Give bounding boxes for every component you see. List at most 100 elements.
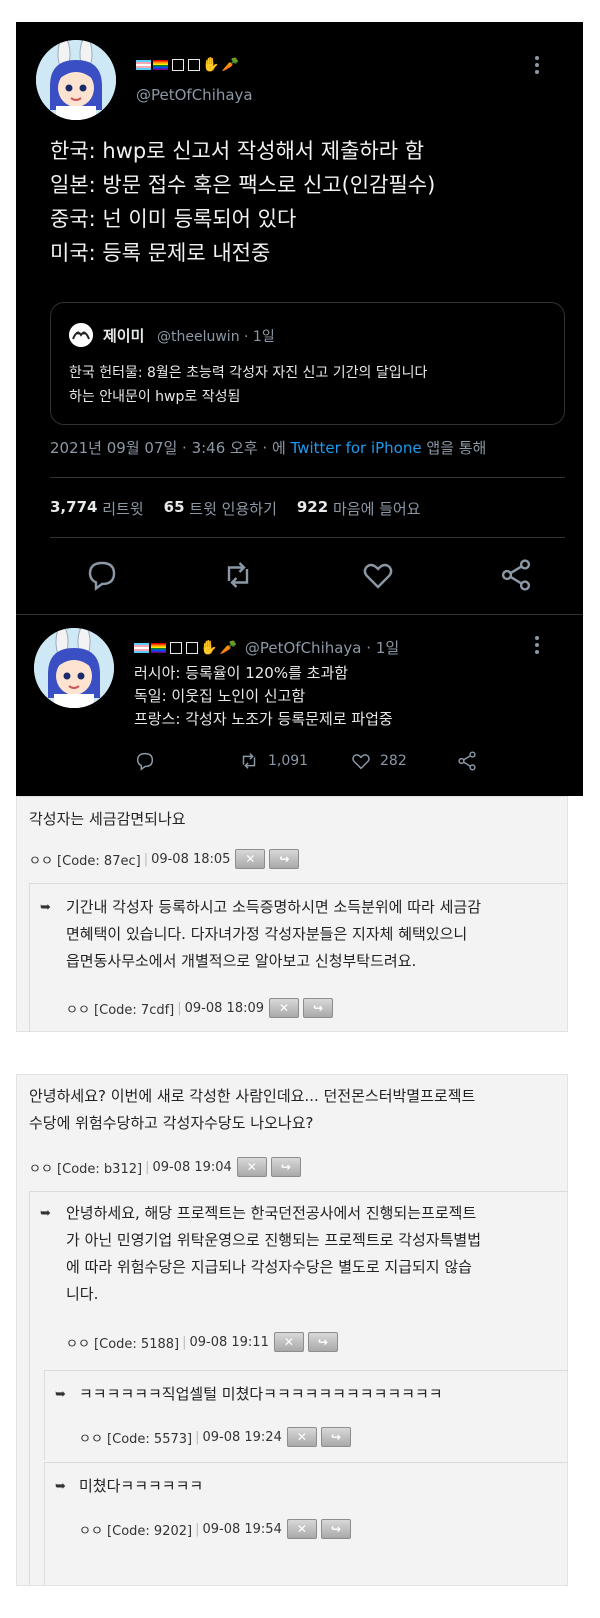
reply-handle-meta[interactable]: @PetOfChihaya · 1일: [245, 637, 399, 658]
reply-retweet-count: 1,091: [268, 753, 309, 769]
like-count[interactable]: 922: [297, 498, 328, 519]
reply-line: 면혜택이 있습니다. 다자녀가정 각성자분들은 지자체 혜택있으니: [66, 925, 468, 943]
delete-button[interactable]: ✕: [269, 998, 300, 1018]
tweet-timestamp-line: 2021년 09월 07일 · 3:46 오후 · 에 Twitter for …: [50, 437, 486, 458]
reply-button[interactable]: ↪: [303, 998, 334, 1018]
reply-retweet-button[interactable]: 1,091: [238, 750, 308, 772]
reply-line: 기간내 각성자 등록하시고 소득증명하시면 소득분위에 따라 세금감: [66, 898, 482, 916]
quote-author-meta: @theeluwin · 1일: [157, 329, 275, 345]
comment-line: 수당에 위험수당하고 각성자수당도 나오나요?: [29, 1114, 314, 1132]
delete-button[interactable]: ✕: [236, 1157, 267, 1177]
quote-text: 한국 헌터물: 8월은 초능력 각성자 자진 신고 기간의 달입니다 하는 안내…: [69, 361, 427, 409]
comment-text: 안녕하세요? 이번에 새로 각성한 사람인데요... 던전몬스터박멸프로젝트 수…: [29, 1083, 564, 1137]
reply-display-name[interactable]: ✋ 🥕 @PetOfChihaya · 1일: [134, 637, 399, 658]
like-label[interactable]: 마음에 들어요: [333, 498, 421, 519]
reply-line: 독일: 이웃집 노인이 신고함: [134, 687, 306, 705]
quote-line: 한국 헌터물: 8월은 초능력 각성자 자진 신고 기간의 달입니다: [69, 365, 428, 381]
display-name[interactable]: ✋ 🥕: [136, 58, 239, 72]
reply-text: 기간내 각성자 등록하시고 소득증명하시면 소득분위에 따라 세금감 면혜택이 …: [66, 894, 566, 975]
quote-line: 하는 안내문이 hwp로 작성됨: [69, 389, 241, 405]
quote-count[interactable]: 65: [164, 498, 185, 519]
user-avatar[interactable]: [36, 40, 116, 120]
reply-button[interactable]: ↪: [269, 849, 300, 869]
retweet-count[interactable]: 3,774: [50, 498, 97, 519]
reply-line: 가 아닌 민영기업 위탁운영으로 진행되는 프로젝트로 각성자특별법: [66, 1231, 482, 1249]
nested-reply-block: ➥ 미쳤다ㅋㅋㅋㅋㅋㅋ ㅇㅇ [Code: 9202] | 09-08 19:5…: [44, 1462, 568, 1586]
reply-actions: 1,091 282: [134, 750, 494, 780]
comment-author: ㅇㅇ [Code: 87ec]: [29, 853, 141, 869]
delete-button[interactable]: ✕: [235, 849, 266, 869]
retweet-icon[interactable]: [220, 557, 256, 593]
reply-block: ➥ 기간내 각성자 등록하시고 소득증명하시면 소득분위에 따라 세금감 면혜택…: [29, 883, 568, 1032]
share-icon[interactable]: [498, 557, 534, 593]
nested-reply-meta: ㅇㅇ [Code: 9202] | 09-08 19:54 ✕ ↪: [79, 1519, 351, 1539]
reply-arrow-icon: ➥: [40, 900, 51, 915]
delete-button[interactable]: ✕: [273, 1332, 304, 1352]
reply-line: 안녕하세요, 해당 프로젝트는 한국던전공사에서 진행되는프로젝트: [66, 1204, 477, 1222]
reply-line: 에 따라 위험수당은 지급되나 각성자수당은 별도로 지급되지 않습: [66, 1258, 472, 1276]
like-icon[interactable]: [360, 557, 396, 593]
comment-date: 09-08 18:05: [151, 851, 231, 867]
reply-button[interactable]: ↪: [320, 1519, 351, 1539]
reply-reply-button[interactable]: [134, 750, 156, 772]
comment-thread: 각성자는 세금감면되나요 ㅇㅇ [Code: 87ec] | 09-08 18:…: [16, 796, 568, 1032]
reply-author: ㅇㅇ [Code: 5573]: [79, 1431, 193, 1447]
quote-avatar: [69, 323, 93, 347]
reply-line: 읍면동사무소에서 개별적으로 알아보고 신청부탁드려요.: [66, 952, 417, 970]
divider: [50, 537, 565, 538]
reply-like-button[interactable]: 282: [350, 750, 407, 772]
carrot-emoji-icon: 🥕: [221, 57, 239, 73]
reply-button[interactable]: ↪: [307, 1332, 338, 1352]
reply-text: 러시아: 등록율이 120%를 초과함 독일: 이웃집 노인이 신고함 프랑스:…: [134, 662, 393, 731]
tweet-line: 일본: 방문 접수 혹은 팩스로 신고(인감필수): [50, 173, 436, 197]
mitten-emoji-icon: ✋: [202, 57, 220, 73]
square-glyph-icon: [172, 59, 184, 71]
nested-reply-text: 미쳤다ㅋㅋㅋㅋㅋㅋ: [79, 1477, 204, 1495]
comment-thread: 안녕하세요? 이번에 새로 각성한 사람인데요... 던전몬스터박멸프로젝트 수…: [16, 1074, 568, 1586]
tweet-line: 중국: 넌 이미 등록되어 있다: [50, 207, 297, 231]
delete-button[interactable]: ✕: [286, 1519, 317, 1539]
trans-flag-icon: [134, 642, 149, 653]
quote-label[interactable]: 트윗 인용하기: [189, 498, 277, 519]
comment-meta: ㅇㅇ [Code: b312] | 09-08 19:04 ✕ ↪: [29, 1157, 301, 1177]
share-icon: [458, 751, 476, 771]
mitten-emoji-icon: ✋: [200, 639, 218, 656]
delete-button[interactable]: ✕: [286, 1427, 317, 1447]
tweet-text: 한국: hwp로 신고서 작성해서 제출하라 함 일본: 방문 접수 혹은 팩스…: [50, 134, 435, 270]
tweet-panel: ✋ 🥕 @PetOfChihaya 한국: hwp로 신고서 작성해서 제출하라…: [16, 22, 583, 796]
reply-user-avatar[interactable]: [34, 628, 114, 708]
divider: [50, 477, 565, 478]
reply-button[interactable]: ↪: [320, 1427, 351, 1447]
square-glyph-icon: [188, 59, 200, 71]
comment-line: 안녕하세요? 이번에 새로 각성한 사람인데요... 던전몬스터박멸프로젝트: [29, 1087, 476, 1105]
reply-icon: [136, 752, 154, 771]
more-options-icon[interactable]: [534, 54, 540, 76]
tweet-timestamp[interactable]: 2021년 09월 07일 · 3:46 오후 · 에: [50, 439, 286, 457]
reply-author: ㅇㅇ [Code: 7cdf]: [66, 1002, 175, 1018]
comment-text: 각성자는 세금감면되나요: [29, 810, 186, 828]
user-handle[interactable]: @PetOfChihaya: [136, 86, 253, 104]
reply-author: ㅇㅇ [Code: 9202]: [79, 1523, 193, 1539]
retweet-label[interactable]: 리트윗: [102, 498, 143, 519]
reply-icon[interactable]: [84, 557, 120, 593]
via-label: 앱을 통해: [426, 439, 487, 457]
comment-meta: ㅇㅇ [Code: 87ec] | 09-08 18:05 ✕ ↪: [29, 849, 300, 869]
reply-meta: ㅇㅇ [Code: 5188] | 09-08 19:11 ✕ ↪: [66, 1332, 338, 1352]
reply-line: 러시아: 등록율이 120%를 초과함: [134, 664, 349, 682]
comment-author: ㅇㅇ [Code: b312]: [29, 1161, 143, 1177]
reply-share-button[interactable]: [456, 750, 478, 772]
more-options-icon[interactable]: [534, 634, 540, 656]
square-glyph-icon: [186, 641, 198, 654]
rainbow-flag-icon: [153, 60, 168, 70]
divider: [16, 614, 583, 615]
rainbow-flag-icon: [151, 642, 166, 653]
tweet-stats: 3,774 리트윗 65 트윗 인용하기 922 마음에 들어요: [50, 498, 421, 519]
quoted-tweet-card[interactable]: 제이미 @theeluwin · 1일 한국 헌터물: 8월은 초능력 각성자 …: [50, 302, 565, 425]
reply-button[interactable]: ↪: [270, 1157, 301, 1177]
square-glyph-icon: [170, 641, 182, 654]
tweet-line: 한국: hwp로 신고서 작성해서 제출하라 함: [50, 139, 425, 163]
reply-date: 09-08 19:54: [202, 1521, 282, 1537]
like-icon: [352, 754, 370, 770]
client-app-link[interactable]: Twitter for iPhone: [291, 439, 422, 457]
reply-line: 니다.: [66, 1285, 99, 1303]
